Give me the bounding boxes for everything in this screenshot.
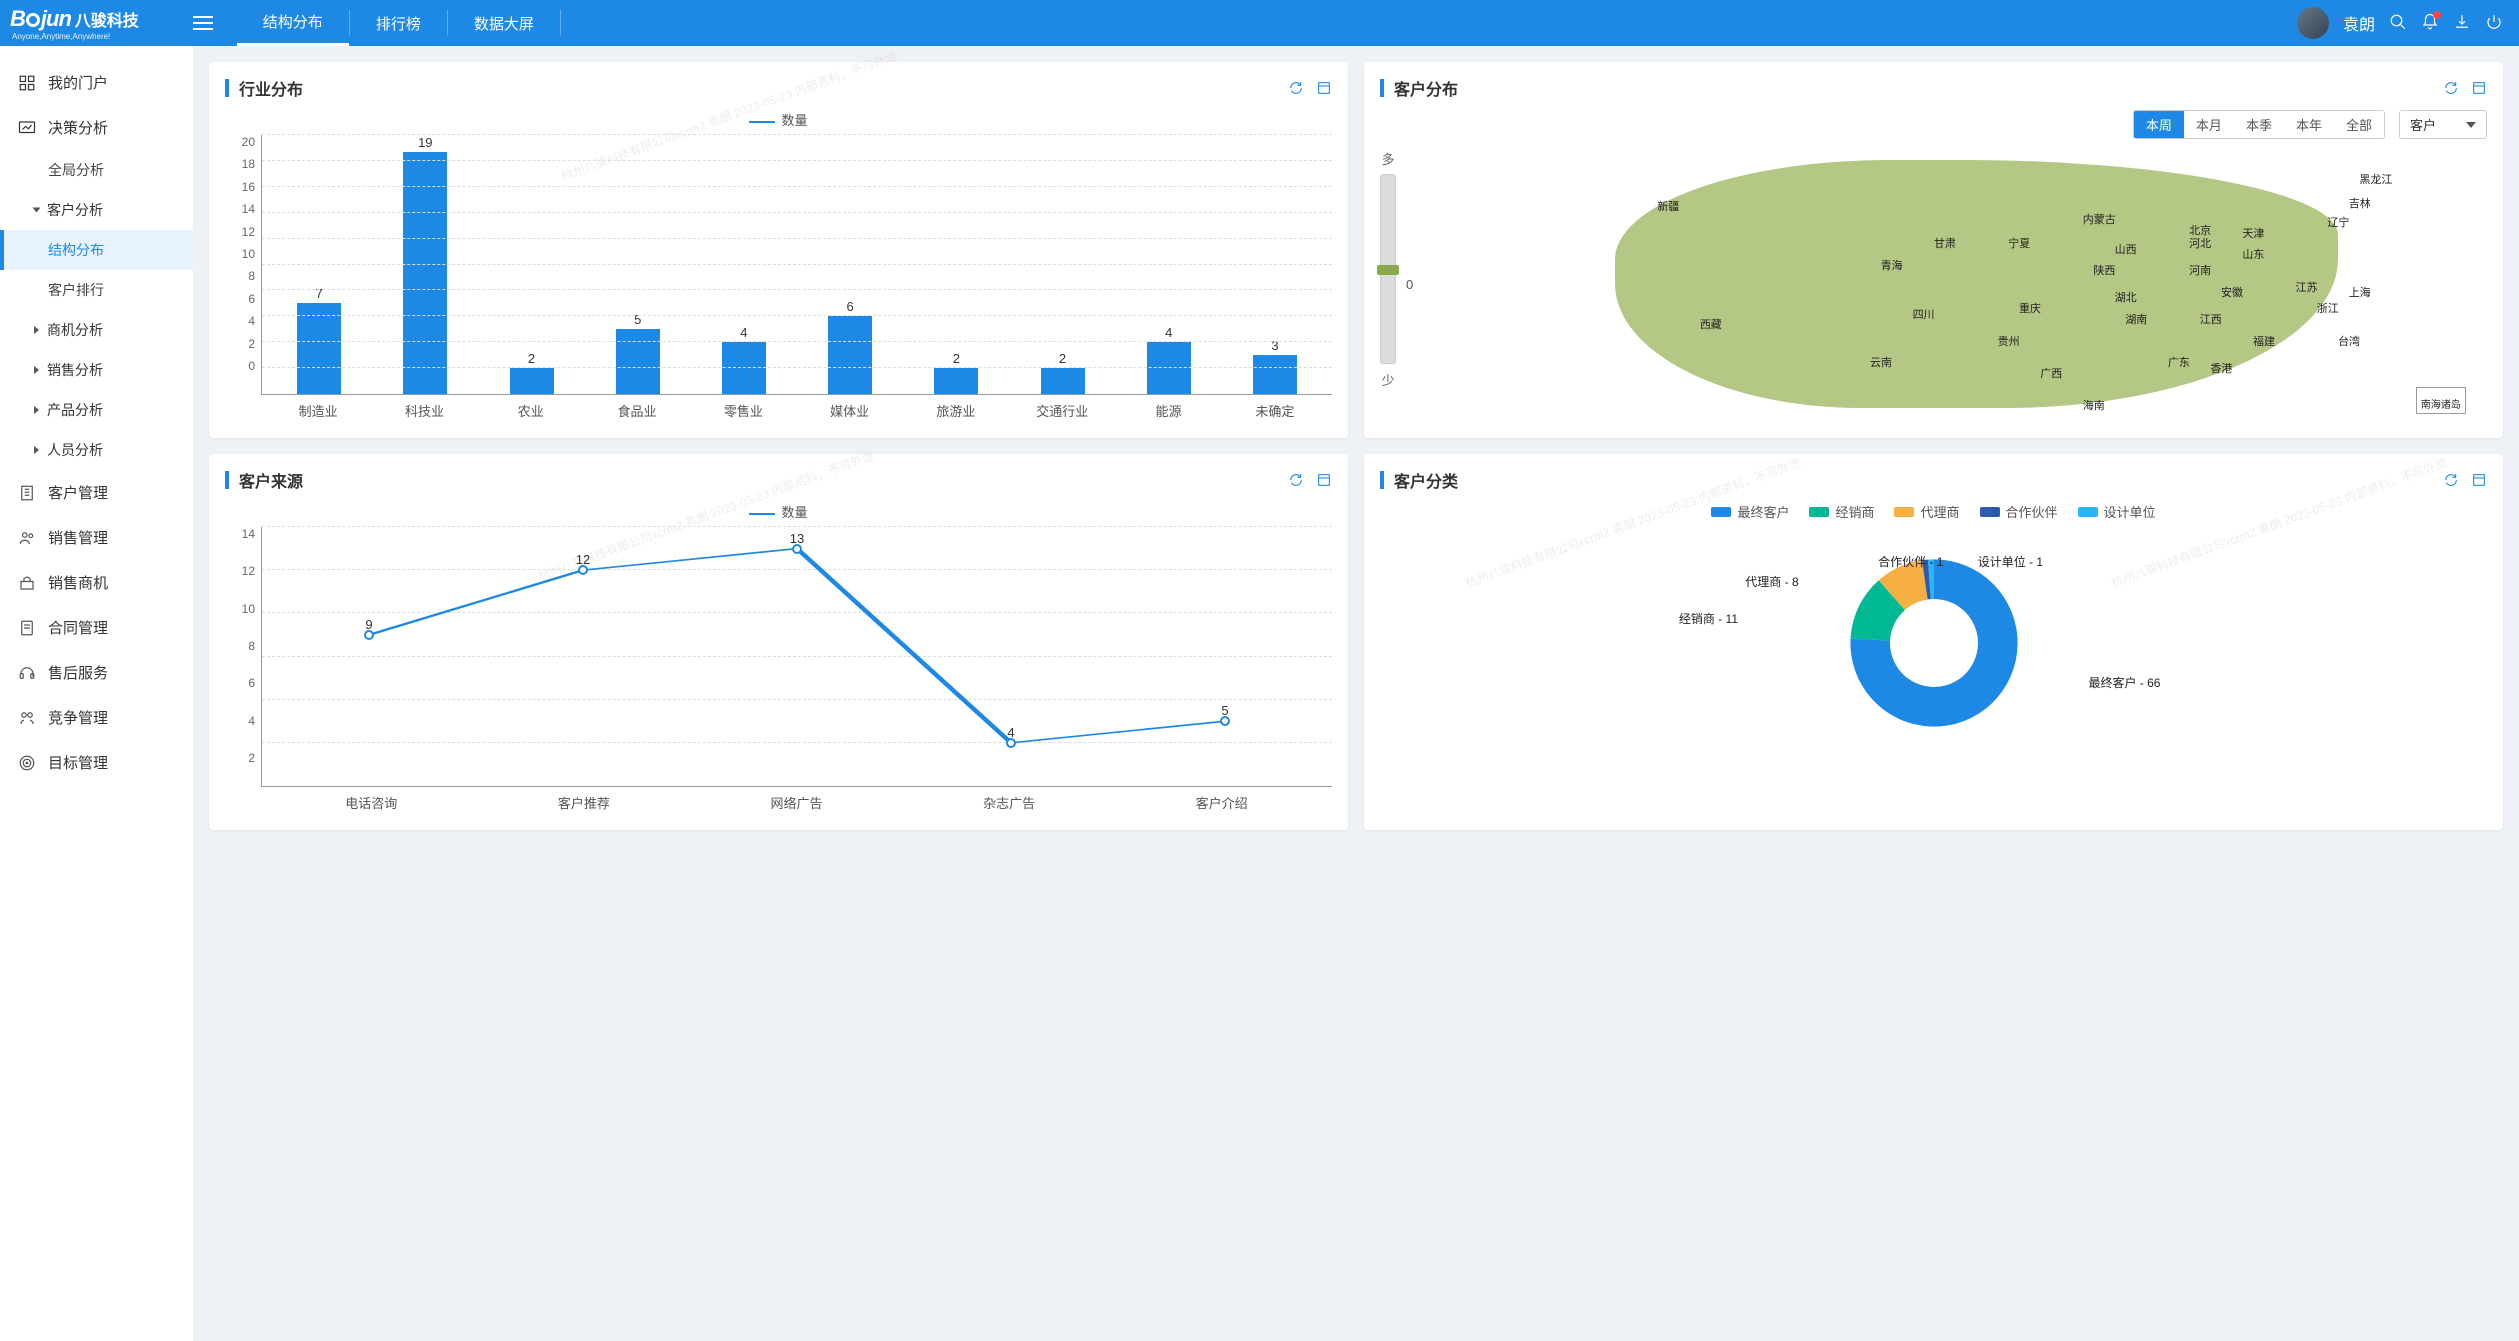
main-content: 杭州八骏科技有限公司xcrm2 袁朗 2023-05-23 内部资料，不可外泄 … <box>193 46 2519 1341</box>
nav-customer-analysis[interactable]: 客户分析 <box>0 190 193 230</box>
nav-customer-mgr[interactable]: 客户管理 <box>0 470 193 515</box>
china-map[interactable]: 黑龙江吉林辽宁内蒙古北京天津河北山西山东河南陕西宁夏甘肃青海新疆西藏四川重庆湖北… <box>1423 149 2487 419</box>
nav-compete[interactable]: 竞争管理 <box>0 695 193 740</box>
caret-icon <box>34 366 39 374</box>
target-icon <box>18 754 36 772</box>
users-icon <box>18 529 36 547</box>
card-title: 客户分类 <box>1394 468 1458 492</box>
sidebar: 我的门户 决策分析 全局分析 客户分析 结构分布 客户排行 商机分析 销售分析 … <box>0 46 193 1341</box>
nav-sales-opp[interactable]: 销售商机 <box>0 560 193 605</box>
compete-icon <box>18 709 36 727</box>
line-plot: 9121345 <box>261 527 1332 787</box>
document-icon <box>18 619 36 637</box>
seg-opt[interactable]: 全部 <box>2334 111 2384 138</box>
time-segment: 本周本月本季本年全部 <box>2133 110 2385 139</box>
download-icon[interactable] <box>2453 13 2471 34</box>
nav-customer-rank[interactable]: 客户排行 <box>0 270 193 310</box>
entity-select[interactable]: 客户 <box>2399 110 2487 139</box>
donut-chart: 最终客户 - 66 经销商 - 11 代理商 - 8 合作伙伴 - 1 设计单位… <box>1380 533 2487 753</box>
caret-icon <box>34 446 39 454</box>
brand-main: Bjun <box>10 6 71 31</box>
nav-staff-analysis[interactable]: 人员分析 <box>0 430 193 470</box>
nav-contract[interactable]: 合同管理 <box>0 605 193 650</box>
seg-opt[interactable]: 本年 <box>2284 111 2334 138</box>
caret-icon <box>33 208 41 213</box>
tab-structure[interactable]: 结构分布 <box>237 0 349 46</box>
tab-datascreen[interactable]: 数据大屏 <box>448 0 560 46</box>
headset-icon <box>18 664 36 682</box>
expand-icon[interactable] <box>1316 80 1332 96</box>
bell-icon[interactable] <box>2421 13 2439 34</box>
seg-opt[interactable]: 本季 <box>2234 111 2284 138</box>
nav-analysis[interactable]: 决策分析 <box>0 105 193 150</box>
money-icon <box>18 574 36 592</box>
card-industry: 杭州八骏科技有限公司xcrm2 袁朗 2023-05-23 内部资料，不可外泄 … <box>209 62 1348 438</box>
user-area: 袁朗 <box>2297 7 2503 39</box>
map-filters: 本周本月本季本年全部 客户 <box>1380 110 2487 139</box>
nav-sales-analysis[interactable]: 销售分析 <box>0 350 193 390</box>
card-customer-source: 杭州八骏科技有限公司xcrm2 袁朗 2023-05-23 内部资料，不可外泄 … <box>209 454 1348 830</box>
chart-legend: 数量 <box>225 110 1332 129</box>
expand-icon[interactable] <box>1316 472 1332 488</box>
card-title: 客户分布 <box>1394 76 1458 100</box>
y-axis: 20181614121086420 <box>225 135 255 395</box>
nav-sales-mgr[interactable]: 销售管理 <box>0 515 193 560</box>
map-scale: 多 少 <box>1380 149 1396 419</box>
expand-icon[interactable] <box>2471 80 2487 96</box>
seg-opt[interactable]: 本周 <box>2134 111 2184 138</box>
caret-icon <box>34 326 39 334</box>
card-title: 客户来源 <box>239 468 303 492</box>
card-customer-category: 杭州八骏科技有限公司xcrm2 袁朗 2023-05-23 内部资料，不可外泄 … <box>1364 454 2503 830</box>
nav-product-analysis[interactable]: 产品分析 <box>0 390 193 430</box>
power-icon[interactable] <box>2485 13 2503 34</box>
y-axis: 1412108642 <box>225 527 255 787</box>
seg-opt[interactable]: 本月 <box>2184 111 2234 138</box>
building-icon <box>18 484 36 502</box>
x-axis: 制造业科技业农业食品业零售业媒体业旅游业交通行业能源未确定 <box>261 395 1332 420</box>
nav-structure[interactable]: 结构分布 <box>0 230 193 270</box>
refresh-icon[interactable] <box>1288 80 1304 96</box>
nav-portal[interactable]: 我的门户 <box>0 60 193 105</box>
menu-toggle-icon[interactable] <box>193 12 213 34</box>
grid-icon <box>18 74 36 92</box>
nav-aftersales[interactable]: 售后服务 <box>0 650 193 695</box>
pie-legend: 最终客户经销商代理商合作伙伴设计单位 <box>1380 502 2487 521</box>
refresh-icon[interactable] <box>1288 472 1304 488</box>
x-axis: 电话咨询客户推荐网络广告杂志广告客户介绍 <box>261 787 1332 812</box>
nav-opportunity-analysis[interactable]: 商机分析 <box>0 310 193 350</box>
bar-plot: 71925462243 <box>261 135 1332 395</box>
chevron-down-icon <box>2466 122 2476 128</box>
caret-icon <box>34 406 39 414</box>
user-name: 袁朗 <box>2343 11 2375 35</box>
top-tabs: 结构分布 排行榜 数据大屏 <box>237 0 561 46</box>
brand-cn: 八骏科技 <box>75 13 139 30</box>
refresh-icon[interactable] <box>2443 472 2459 488</box>
card-title: 行业分布 <box>239 76 303 100</box>
expand-icon[interactable] <box>2471 472 2487 488</box>
card-customer-dist: 客户分布 本周本月本季本年全部 客户 多 少 0 黑龙江吉林 <box>1364 62 2503 438</box>
topbar: Bjun 八骏科技 Anyone,Anytime,Anywhere! 结构分布 … <box>0 0 2519 46</box>
search-icon[interactable] <box>2389 13 2407 34</box>
chart-icon <box>18 119 36 137</box>
brand-slogan: Anyone,Anytime,Anywhere! <box>12 32 139 41</box>
scale-slider[interactable] <box>1380 174 1396 364</box>
brand-logo: Bjun 八骏科技 Anyone,Anytime,Anywhere! <box>10 6 139 41</box>
refresh-icon[interactable] <box>2443 80 2459 96</box>
nav-global-analysis[interactable]: 全局分析 <box>0 150 193 190</box>
avatar[interactable] <box>2297 7 2329 39</box>
nav-goal[interactable]: 目标管理 <box>0 740 193 785</box>
tab-ranking[interactable]: 排行榜 <box>350 0 447 46</box>
chart-legend: 数量 <box>225 502 1332 521</box>
